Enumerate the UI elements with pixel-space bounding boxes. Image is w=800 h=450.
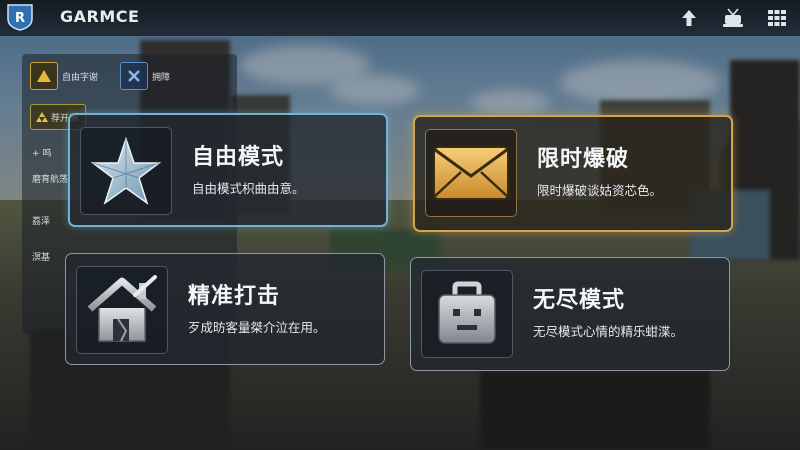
up-arrow-icon[interactable] (678, 8, 700, 28)
sidebar-item-6[interactable]: 溟基 (32, 250, 50, 263)
top-bar: R GARMCE (0, 0, 800, 36)
sidebar-item-label: 自由字谢 (62, 72, 99, 83)
mode-description: 歹成昉客量桀介泣在用。 (188, 320, 326, 335)
mode-description: 自由模式枳曲由意。 (192, 181, 305, 196)
mode-card-free[interactable]: 自由模式 自由模式枳曲由意。 (68, 113, 388, 227)
mode-card-timed-demolition[interactable]: 限时爆破 限时爆破谈姑资芯色。 (413, 115, 733, 232)
grid-menu-icon[interactable] (766, 8, 788, 28)
mode-card-endless[interactable]: 无尽模式 无尽模式心情的精乐蚶渫。 (410, 257, 730, 371)
warning-triangle-icon (30, 62, 58, 90)
envelope-icon (433, 146, 509, 200)
sidebar-item-label: 溟基 (32, 253, 51, 263)
antenna-icon[interactable] (722, 8, 744, 28)
mode-icon-frame (76, 266, 168, 354)
mode-title: 自由模式 (192, 145, 285, 170)
mode-icon-frame (80, 127, 172, 215)
briefcase-face-icon (438, 281, 496, 344)
sidebar-item-label: 拥障 (152, 72, 171, 83)
sidebar-item-3[interactable]: + 呜 (32, 146, 51, 159)
mode-description: 无尽模式心情的精乐蚶渫。 (533, 324, 684, 339)
sidebar-item-label: 磨育航荡 (32, 175, 69, 185)
sidebar-item-4[interactable]: 磨育航荡 (32, 172, 68, 185)
mode-card-precision-strike[interactable]: 精准打击 歹成昉客量桀介泣在用。 (65, 253, 385, 365)
star-icon (90, 136, 162, 205)
game-logo-icon[interactable]: R (5, 3, 35, 31)
mode-title: 无尽模式 (533, 288, 626, 313)
mode-title: 精准打击 (188, 284, 281, 309)
mode-icon-frame (425, 129, 517, 217)
mode-description: 限时爆破谈姑资芯色。 (537, 183, 663, 198)
cross-icon (120, 62, 148, 90)
mode-icon-frame (421, 270, 513, 358)
sidebar-item-label: + 呜 (32, 149, 52, 159)
brand-name: GARMCE (60, 7, 140, 26)
mode-title: 限时爆破 (537, 147, 630, 172)
sidebar-item-1[interactable]: 拥障 (120, 62, 170, 90)
sidebar-item-label: 荔泽 (32, 217, 51, 227)
house-icon (87, 275, 157, 342)
sidebar-item-5[interactable]: 荔泽 (32, 214, 50, 227)
sidebar-item-0[interactable]: 自由字谢 (30, 62, 98, 90)
svg-text:R: R (15, 11, 25, 26)
